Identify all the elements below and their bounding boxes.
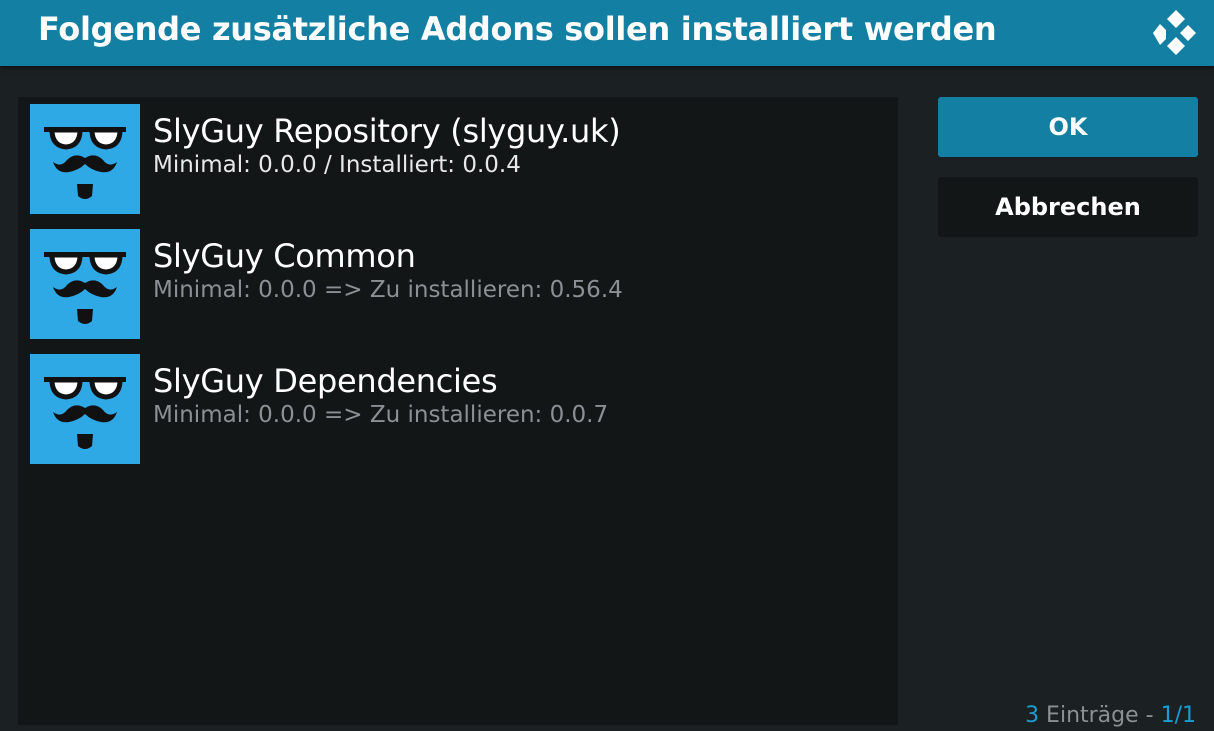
addon-list-item[interactable]: SlyGuy Common Minimal: 0.0.0 => Zu insta… [30,229,890,339]
addon-version-info: Minimal: 0.0.0 / Installiert: 0.0.4 [153,152,521,178]
addon-name: SlyGuy Common [153,237,416,275]
page-indicator: 1/1 [1160,703,1196,728]
item-count-number: 3 [1025,703,1040,728]
slyguy-glasses-mustache-icon [30,229,140,339]
addon-list: SlyGuy Repository (slyguy.uk) Minimal: 0… [18,97,898,725]
addon-list-item[interactable]: SlyGuy Dependencies Minimal: 0.0.0 => Zu… [30,354,890,464]
dialog-header: Folgende zusätzliche Addons sollen insta… [0,0,1214,66]
kodi-logo-icon [1153,10,1196,55]
slyguy-glasses-mustache-icon [30,104,140,214]
addon-version-info: Minimal: 0.0.0 => Zu installieren: 0.0.7 [153,402,609,428]
slyguy-glasses-mustache-icon [30,354,140,464]
addon-name: SlyGuy Dependencies [153,362,498,400]
dialog-title: Folgende zusätzliche Addons sollen insta… [38,10,997,48]
ok-button[interactable]: OK [938,97,1198,157]
cancel-button[interactable]: Abbrechen [938,177,1198,237]
addon-list-item[interactable]: SlyGuy Repository (slyguy.uk) Minimal: 0… [30,104,890,214]
addon-name: SlyGuy Repository (slyguy.uk) [153,112,621,150]
addon-version-info: Minimal: 0.0.0 => Zu installieren: 0.56.… [153,277,623,303]
item-count-label: Einträge - [1039,703,1161,728]
item-count: 3 Einträge - 1/1 [1025,703,1196,728]
